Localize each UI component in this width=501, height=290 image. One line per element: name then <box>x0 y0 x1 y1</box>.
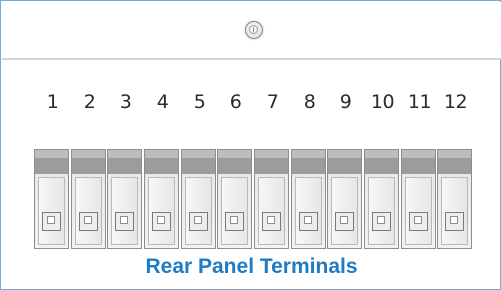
ground-terminal-icon <box>245 21 263 39</box>
screw-terminal[interactable] <box>364 149 399 249</box>
terminal-slot <box>221 177 248 245</box>
terminal-slot <box>441 177 468 245</box>
screw-terminal[interactable] <box>291 149 326 249</box>
terminal-screw-icon <box>445 212 464 231</box>
terminal-screw-icon <box>409 212 428 231</box>
rear-panel-frame: 1 2 3 4 5 6 7 8 9 10 11 12 Rear Panel Te… <box>0 0 501 290</box>
terminal-screw-icon <box>225 212 244 231</box>
panel-divider <box>2 58 501 60</box>
terminal-number: 4 <box>156 91 169 113</box>
terminal-screw-icon <box>335 212 354 231</box>
terminal-number: 11 <box>407 91 432 113</box>
terminal-slot <box>295 177 322 245</box>
terminal-slot <box>331 177 358 245</box>
terminal-slot <box>111 177 138 245</box>
terminal-number: 1 <box>46 91 59 113</box>
screw-terminal[interactable] <box>34 149 69 249</box>
terminal-slot <box>75 177 102 245</box>
terminal-number: 8 <box>303 91 316 113</box>
terminal-screw-icon <box>152 212 171 231</box>
terminal-screw-icon <box>372 212 391 231</box>
screw-terminal[interactable] <box>144 149 179 249</box>
terminal-screw-icon <box>189 212 208 231</box>
terminal-screw-icon <box>115 212 134 231</box>
screw-terminal[interactable] <box>437 149 472 249</box>
terminal-slot <box>258 177 285 245</box>
screw-terminal[interactable] <box>107 149 142 249</box>
terminal-block-strip <box>34 149 474 249</box>
terminal-number: 12 <box>443 91 468 113</box>
terminal-number: 9 <box>339 91 352 113</box>
terminal-number: 2 <box>83 91 96 113</box>
screw-terminal[interactable] <box>327 149 362 249</box>
terminal-screw-icon <box>299 212 318 231</box>
screw-terminal[interactable] <box>254 149 289 249</box>
terminal-slot <box>368 177 395 245</box>
terminal-screw-icon <box>42 212 61 231</box>
screw-terminal[interactable] <box>181 149 216 249</box>
screw-terminal[interactable] <box>401 149 436 249</box>
terminal-slot <box>185 177 212 245</box>
terminal-number-row: 1 2 3 4 5 6 7 8 9 10 11 12 <box>34 91 474 121</box>
screw-terminal[interactable] <box>71 149 106 249</box>
terminal-number: 7 <box>266 91 279 113</box>
terminal-number: 6 <box>229 91 242 113</box>
terminal-number: 3 <box>119 91 132 113</box>
terminal-slot <box>405 177 432 245</box>
terminal-screw-icon <box>262 212 281 231</box>
terminal-number: 10 <box>370 91 395 113</box>
screw-terminal[interactable] <box>217 149 252 249</box>
terminal-number: 5 <box>193 91 206 113</box>
terminal-slot <box>38 177 65 245</box>
terminal-slot <box>148 177 175 245</box>
panel-caption: Rear Panel Terminals <box>145 255 358 278</box>
terminal-screw-icon <box>79 212 98 231</box>
